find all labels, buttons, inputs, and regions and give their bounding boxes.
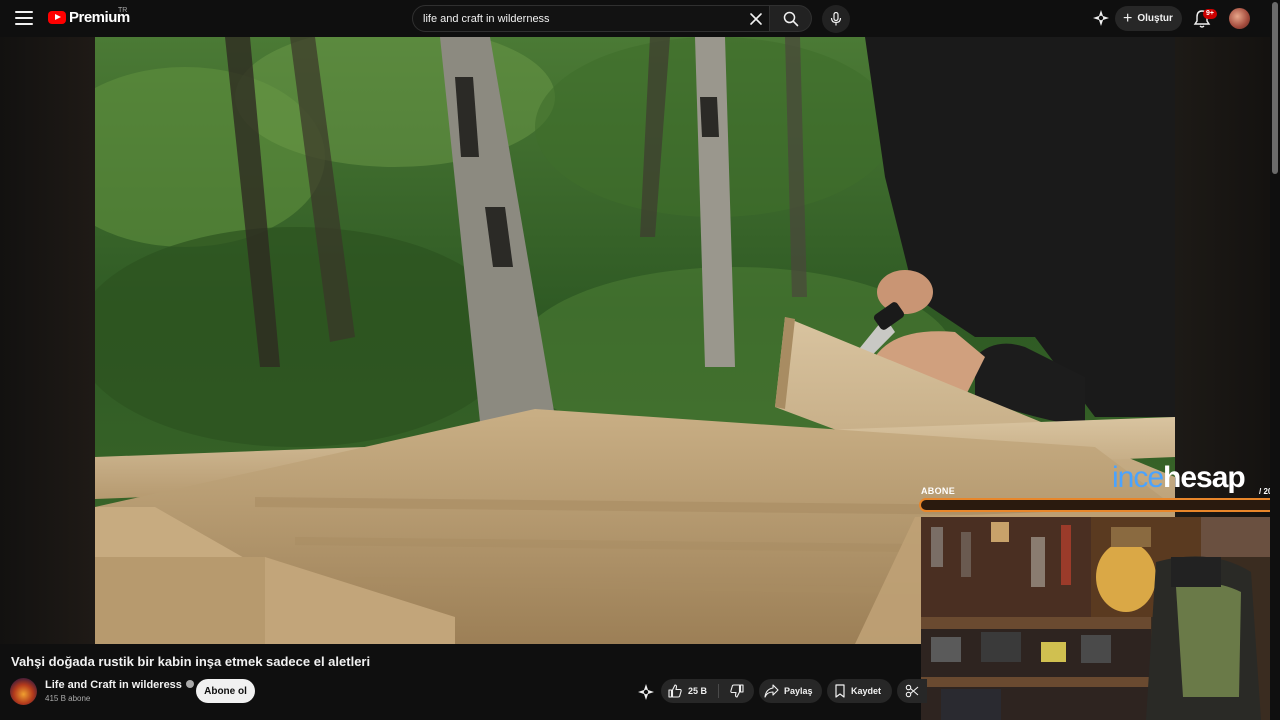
- like-divider: [718, 684, 719, 698]
- share-icon: [764, 684, 779, 698]
- scissors-icon: [905, 684, 919, 698]
- thumb-down-icon: [730, 684, 744, 698]
- channel-name-link[interactable]: Life and Craft in wilderess: [45, 679, 194, 691]
- share-label: Paylaş: [784, 686, 813, 696]
- search-button[interactable]: [770, 5, 812, 32]
- subscribe-button[interactable]: Abone ol: [196, 679, 255, 703]
- like-count: 25 B: [688, 686, 708, 696]
- account-avatar[interactable]: [1229, 8, 1250, 29]
- like-button[interactable]: 25 B: [661, 679, 718, 703]
- search-box: [412, 5, 770, 32]
- youtube-premium-logo[interactable]: Premium TR: [48, 7, 130, 26]
- overlay-progress-bar: [919, 498, 1279, 512]
- region-code: TR: [118, 7, 128, 14]
- plus-icon: +: [1123, 9, 1133, 27]
- top-bar: Premium TR + Oluştur: [0, 0, 1270, 37]
- sparkle-icon[interactable]: [637, 683, 655, 701]
- share-button[interactable]: Paylaş: [759, 679, 822, 703]
- overlay-brand-part2: hesap: [1163, 461, 1246, 494]
- sparkle-icon[interactable]: [1092, 9, 1110, 27]
- close-icon[interactable]: [746, 9, 766, 29]
- like-dislike-group: 25 B: [661, 679, 754, 703]
- dislike-button[interactable]: [721, 679, 753, 703]
- bookmark-icon: [835, 684, 845, 698]
- youtube-watch-page: Premium TR + Oluştur: [0, 0, 1280, 720]
- create-button[interactable]: + Oluştur: [1115, 6, 1182, 31]
- search-input[interactable]: [423, 10, 743, 28]
- clip-button[interactable]: [897, 679, 927, 703]
- video-title: Vahşi doğada rustik bir kabin inşa etmek…: [11, 654, 371, 669]
- create-label: Oluştur: [1137, 13, 1173, 24]
- thumb-up-icon: [668, 684, 682, 698]
- mic-icon: [830, 12, 842, 26]
- page-scrollbar[interactable]: [1272, 2, 1278, 174]
- voice-search-button[interactable]: [822, 5, 850, 33]
- webcam-image: [921, 517, 1280, 720]
- overlay-abone-label: ABONE: [921, 486, 956, 496]
- subscriber-count: 415 B abone: [45, 694, 91, 703]
- overlay-brand-part1: ince: [1112, 461, 1164, 494]
- channel-avatar[interactable]: [10, 678, 37, 705]
- overlay-brand-logo: incehesap: [1112, 461, 1246, 494]
- webcam-overlay: [921, 517, 1280, 720]
- youtube-play-icon: [48, 11, 66, 24]
- channel-name: Life and Craft in wilderess: [45, 679, 182, 691]
- menu-icon[interactable]: [14, 9, 34, 27]
- verified-icon: [185, 680, 194, 689]
- notification-badge: 9+: [1203, 9, 1217, 19]
- search-icon: [783, 11, 798, 26]
- save-label: Kaydet: [851, 686, 882, 696]
- save-button[interactable]: Kaydet: [827, 679, 892, 703]
- player-ambient-left: [0, 37, 95, 644]
